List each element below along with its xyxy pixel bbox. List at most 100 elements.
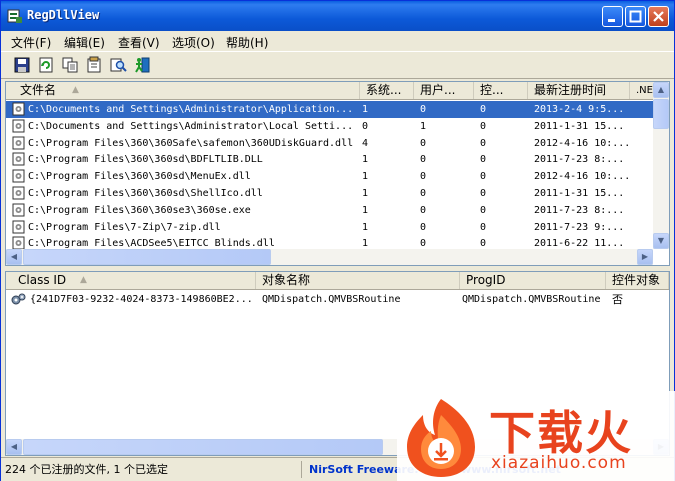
copy-icon[interactable] [61,56,79,74]
cell-system: 1 [362,104,369,115]
dll-file-icon [12,102,25,116]
status-count: 224 个已注册的文件, 1 个已选定 [5,461,302,478]
cell-control: 0 [480,171,487,183]
watermark: 下载火 xiazaihuo.com [397,391,675,481]
toolbar [1,51,674,79]
app-window: RegDllView 文件(F) 编辑(E) 查看(V) 选项(O) 帮助(H) [0,0,675,481]
cell-system: 4 [362,137,369,149]
scroll-left-button[interactable]: ◀ [6,439,22,455]
scroll-left-button[interactable]: ◀ [6,249,22,265]
refresh-icon[interactable] [37,56,55,74]
cell-user: 0 [420,221,427,233]
save-icon[interactable] [13,56,31,74]
scroll-thumb[interactable] [23,249,271,265]
top-table-header: 文件名 ▲ 系统... 用户... 控... 最新注册时间 .NE [6,82,669,100]
col-control[interactable]: 控... [474,82,528,99]
cell-user: 1 [420,120,427,132]
col-system[interactable]: 系统... [360,82,414,99]
cell-last-registered: 2011-1-31 15... [534,188,625,199]
title-bar[interactable]: RegDllView [1,1,674,31]
cell-filename: C:\Program Files\360\360sd\BDFLTLIB.DLL [28,154,263,166]
cell-user: 0 [420,171,427,183]
scroll-down-button[interactable]: ▼ [653,233,669,249]
minimize-button[interactable] [602,6,623,27]
col-user[interactable]: 用户... [414,82,474,99]
cell-control: 0 [480,204,487,216]
cell-control: 0 [480,154,487,166]
cell-user: 0 [420,104,427,115]
dll-file-icon [12,136,25,150]
cell-filename: C:\Program Files\360\360sd\MenuEx.dll [28,171,251,183]
cell-user: 0 [420,204,427,216]
table-row[interactable]: C:\Program Files\360\360sd\BDFLTLIB.DLL 1… [6,151,653,168]
scroll-thumb[interactable] [23,439,383,455]
minimize-icon [608,19,615,22]
cell-control: 0 [480,188,487,199]
menu-help[interactable]: 帮助(H) [226,34,268,51]
menu-file[interactable]: 文件(F) [11,34,51,51]
menu-options[interactable]: 选项(O) [172,34,215,51]
cell-system: 1 [362,221,369,233]
app-icon [7,9,22,23]
cell-last-registered: 2013-2-4 9:5... [534,104,625,115]
cell-filename: C:\Documents and Settings\Administrator\… [28,120,354,132]
window-title: RegDllView [27,8,100,22]
table-row[interactable]: C:\Program Files\360\360Safe\safemon\360… [6,135,653,152]
search-icon[interactable] [109,56,127,74]
col-class-id-label: Class ID [18,273,67,287]
cell-control: 0 [480,137,487,149]
cell-system: 1 [362,171,369,183]
cell-control: 0 [480,221,487,233]
table-row[interactable]: C:\Program Files\360\360se3\360se.exe 1 0 0… [6,202,653,219]
cell-class-id: {241D7F03-9232-4024-8373-149860BE2... [30,294,253,305]
cell-last-registered: 2011-7-23 9:... [534,221,625,233]
watermark-url: xiazaihuo.com [491,453,627,473]
scroll-right-button[interactable]: ▶ [637,249,653,265]
cell-filename: C:\Program Files\360\360sd\ShellIco.dll [28,188,263,199]
table-row[interactable]: {241D7F03-9232-4024-8373-149860BE2... QM… [6,291,669,308]
cell-last-registered: 2011-7-23 8:... [534,204,625,216]
close-icon [653,11,664,22]
maximize-button[interactable] [625,6,646,27]
col-progid[interactable]: ProgID [460,272,606,289]
top-horizontal-scrollbar[interactable]: ◀ ▶ [6,249,653,265]
cell-filename: C:\Program Files\360\360se3\360se.exe [28,204,251,216]
col-class-id[interactable]: Class ID ▲ [6,272,256,289]
cell-user: 0 [420,137,427,149]
cell-control: 0 [480,104,487,115]
cell-system: 0 [362,120,369,132]
exit-icon[interactable] [133,56,151,74]
dll-file-icon [12,119,25,133]
registered-files-list[interactable]: 文件名 ▲ 系统... 用户... 控... 最新注册时间 .NE C:\Doc… [5,81,670,266]
flame-logo-icon [407,399,475,477]
cell-control: 0 [480,120,487,132]
cell-last-registered: 2011-7-23 8:... [534,154,625,166]
col-filename-label: 文件名 [20,83,57,97]
cell-filename: C:\Program Files\7-Zip\7-zip.dll [28,221,221,233]
table-row[interactable]: C:\Program Files\7-Zip\7-zip.dll 1 0 0 2011-… [6,219,653,236]
cell-control-object: 否 [612,293,623,306]
cell-last-registered: 2012-4-16 10:... [534,171,628,183]
menu-view[interactable]: 查看(V) [118,34,160,51]
table-row[interactable]: C:\Documents and Settings\Administrator\… [6,101,653,118]
table-row[interactable]: C:\Program Files\360\360sd\MenuEx.dll 1 0 0… [6,168,653,185]
table-row[interactable]: C:\Documents and Settings\Administrator\… [6,118,653,135]
bottom-table-header: Class ID ▲ 对象名称 ProgID 控件对象 [6,272,669,290]
dll-file-icon [12,169,25,183]
dll-file-icon [12,152,25,166]
sort-asc-icon: ▲ [72,85,79,95]
gear-icon [11,293,26,305]
col-object-name[interactable]: 对象名称 [256,272,460,289]
table-row[interactable]: C:\Program Files\360\360sd\ShellIco.dll 1… [6,185,653,202]
menu-edit[interactable]: 编辑(E) [64,34,105,51]
dll-file-icon [12,186,25,200]
scroll-thumb[interactable] [653,99,669,129]
col-filename[interactable]: 文件名 ▲ [6,82,360,99]
close-button[interactable] [648,6,669,27]
col-control-object[interactable]: 控件对象 [606,272,669,289]
scroll-up-button[interactable]: ▲ [653,82,669,98]
col-last-registered[interactable]: 最新注册时间 [528,82,630,99]
top-vertical-scrollbar[interactable]: ▲ ▼ [653,82,669,249]
properties-icon[interactable] [85,56,103,74]
cell-last-registered: 2011-1-31 15... [534,120,625,132]
